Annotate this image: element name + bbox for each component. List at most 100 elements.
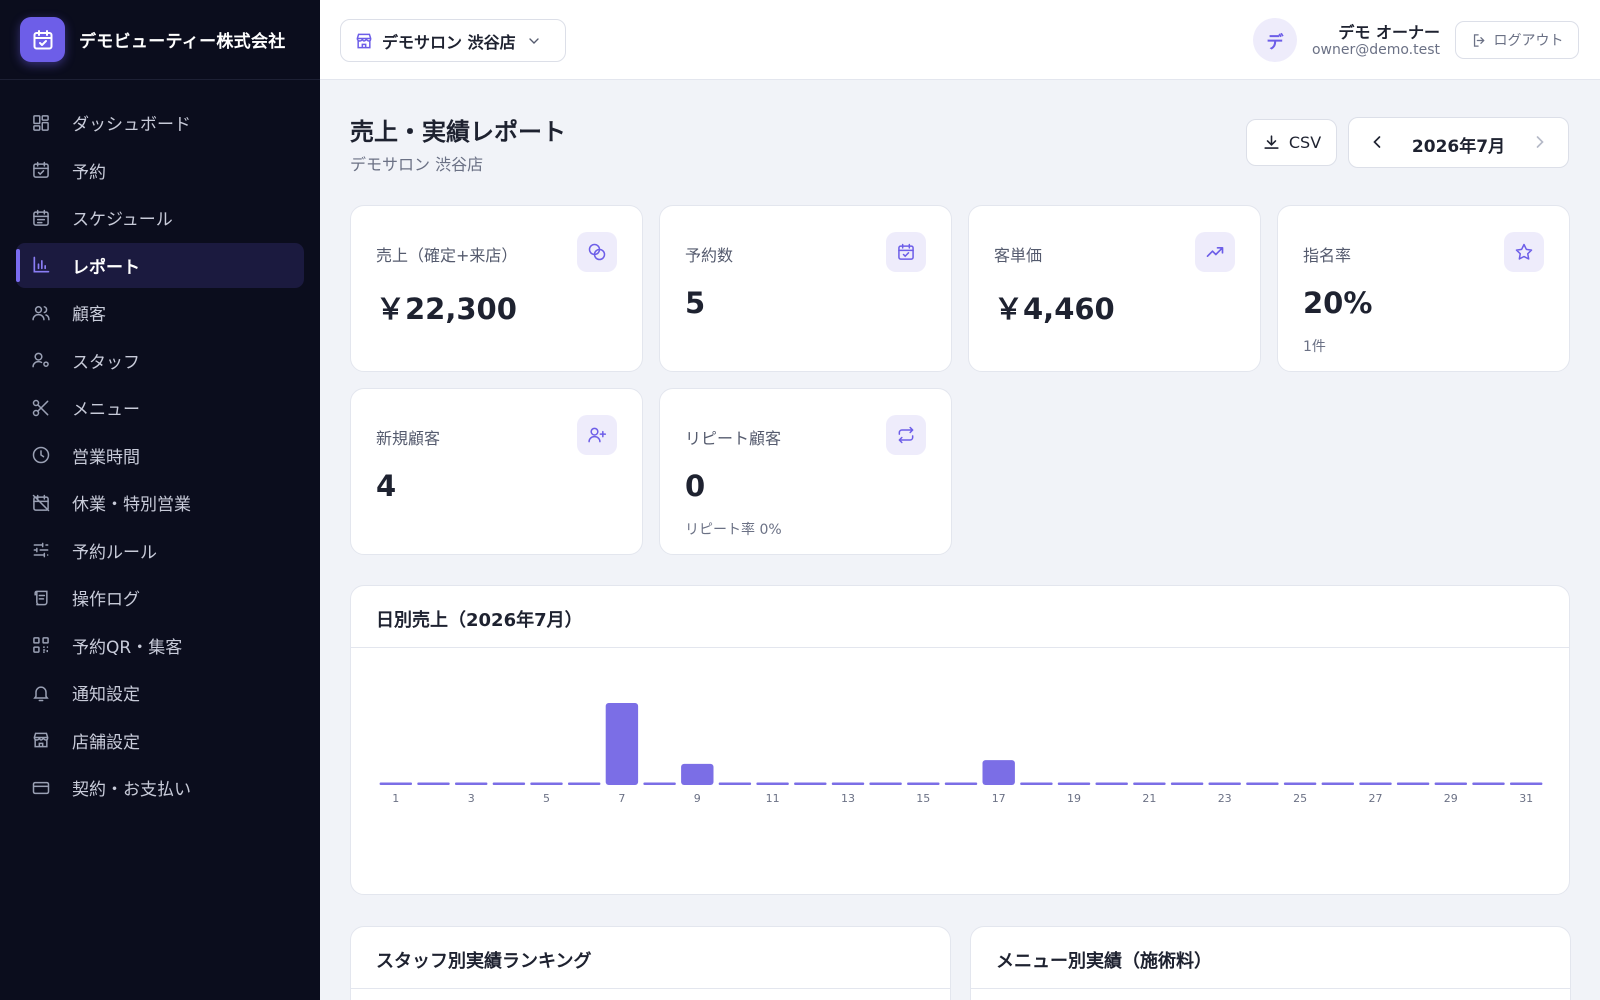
kpi-value: ￥22,300 [376,292,517,326]
sidebar-item-business-hours[interactable]: 営業時間 [16,433,304,478]
calendar-list-icon [30,207,52,229]
credit-card-icon [30,777,52,799]
kpi-card-reservations: 予約数 5 [659,205,952,372]
bar-day-3[interactable] [455,782,488,786]
chevron-down-icon [526,33,542,49]
kpi-card-repeat-customers: リピート顧客 0 リピート率 0% [659,388,952,555]
store-icon [354,31,374,51]
x-tick-label: 1 [392,792,399,805]
sidebar-item-staff[interactable]: スタッフ [16,338,304,383]
bar-day-12[interactable] [794,782,827,786]
sidebar-item-label: 契約・お支払い [72,780,191,800]
sidebar-item-reports[interactable]: レポート [16,242,304,288]
bar-day-20[interactable] [1095,782,1128,786]
bar-day-8[interactable] [643,782,676,786]
bar-day-6[interactable] [568,782,601,786]
sidebar-item-reservation-rules[interactable]: 予約ルール [16,528,304,573]
x-tick-label: 31 [1519,792,1533,805]
sidebar-item-label: スケジュール [72,210,173,230]
brand[interactable]: デモビューティー株式会社 [0,0,320,80]
x-tick-label: 9 [694,792,701,805]
bar-day-2[interactable] [417,782,450,786]
x-tick-label: 21 [1142,792,1156,805]
bar-day-29[interactable] [1434,782,1467,786]
sidebar-item-label: 操作ログ [72,590,140,610]
bar-day-26[interactable] [1321,782,1354,786]
logout-icon [1471,32,1488,49]
chevron-right-icon[interactable] [1530,132,1550,152]
bar-day-4[interactable] [492,782,526,786]
bar-day-15[interactable] [907,782,940,786]
kpi-label: 予約数 [685,246,734,265]
sidebar-item-billing[interactable]: 契約・お支払い [16,765,304,810]
csv-download-button[interactable]: CSV [1246,119,1337,166]
kpi-label: 新規顧客 [376,429,441,448]
bar-day-1[interactable] [379,782,412,786]
divider [351,988,950,989]
store-selector[interactable]: デモサロン 渋谷店 [340,19,566,62]
bar-day-9[interactable] [681,763,714,785]
sidebar-item-qr[interactable]: 予約QR・集客 [16,623,304,668]
page-title: 売上・実績レポート [350,118,566,146]
bar-day-23[interactable] [1208,782,1241,786]
sidebar-item-menu[interactable]: メニュー [16,385,304,430]
sliders-icon [30,539,52,561]
logout-button[interactable]: ログアウト [1455,21,1579,59]
page-subtitle: デモサロン 渋谷店 [350,155,484,174]
x-tick-label: 25 [1293,792,1307,805]
bar-day-21[interactable] [1133,782,1166,786]
sidebar-item-label: 営業時間 [72,447,140,468]
daily-sales-chart: 1 3 5 7 9 11 13 15 17 19 21 23 25 27 29 31 [379,703,1543,805]
kpi-value: 4 [376,469,397,503]
calendar-off-icon [30,492,52,514]
bar-day-11[interactable] [756,782,789,786]
kpi-card-sales: 売上（確定+来店） ￥22,300 [350,205,643,372]
bar-day-5[interactable] [530,782,563,786]
bar-day-31[interactable] [1510,782,1543,786]
sidebar-item-label: 予約 [72,162,106,183]
kpi-label: 客単価 [994,246,1043,265]
chart-title: 日別売上（2026年7月） [376,610,583,631]
sidebar-item-dashboard[interactable]: ダッシュボード [16,100,304,145]
x-tick-label: 17 [992,792,1006,805]
sidebar-item-schedule[interactable]: スケジュール [16,195,304,240]
sidebar-item-holidays[interactable]: 休業・特別営業 [16,480,304,525]
trending-up-icon [1195,232,1235,272]
bar-day-14[interactable] [869,782,902,786]
staff-ranking-title: スタッフ別実績ランキング [376,951,592,972]
sidebar-item-notifications[interactable]: 通知設定 [16,670,304,715]
divider [971,988,1570,989]
menu-performance-card: メニュー別実績（施術料） [970,926,1571,1000]
month-navigator: 2026年7月 [1348,117,1569,168]
download-icon [1262,133,1281,152]
bar-day-13[interactable] [831,782,865,786]
x-tick-label: 23 [1218,792,1232,805]
bar-day-25[interactable] [1283,782,1317,786]
coins-icon [577,232,617,272]
bar-day-7[interactable] [605,703,639,785]
bar-day-22[interactable] [1170,782,1204,786]
bar-day-30[interactable] [1472,782,1505,786]
bar-day-19[interactable] [1057,782,1091,786]
sidebar-item-label: 店舗設定 [72,732,140,753]
bar-day-18[interactable] [1020,782,1053,786]
bar-day-27[interactable] [1359,782,1392,786]
store-selector-label: デモサロン 渋谷店 [382,32,516,52]
bar-day-16[interactable] [944,782,978,786]
users-icon [30,302,52,324]
bar-day-17[interactable] [982,760,1015,785]
sidebar-item-customers[interactable]: 顧客 [16,290,304,335]
bar-day-10[interactable] [718,782,752,786]
sidebar-item-activity-log[interactable]: 操作ログ [16,575,304,620]
kpi-subtext: リピート率 0% [685,522,782,538]
bar-day-28[interactable] [1396,782,1430,786]
sidebar-item-store-settings[interactable]: 店舗設定 [16,718,304,763]
sidebar-item-reservations[interactable]: 予約 [16,148,304,193]
sidebar-item-label: レポート [72,257,140,278]
bar-day-24[interactable] [1246,782,1279,786]
avatar[interactable]: デ [1253,18,1297,62]
sidebar-item-label: 予約ルール [72,542,157,563]
x-tick-label: 11 [766,792,780,805]
sidebar-item-label: メニュー [72,400,140,420]
staff-ranking-card: スタッフ別実績ランキング [350,926,951,1000]
